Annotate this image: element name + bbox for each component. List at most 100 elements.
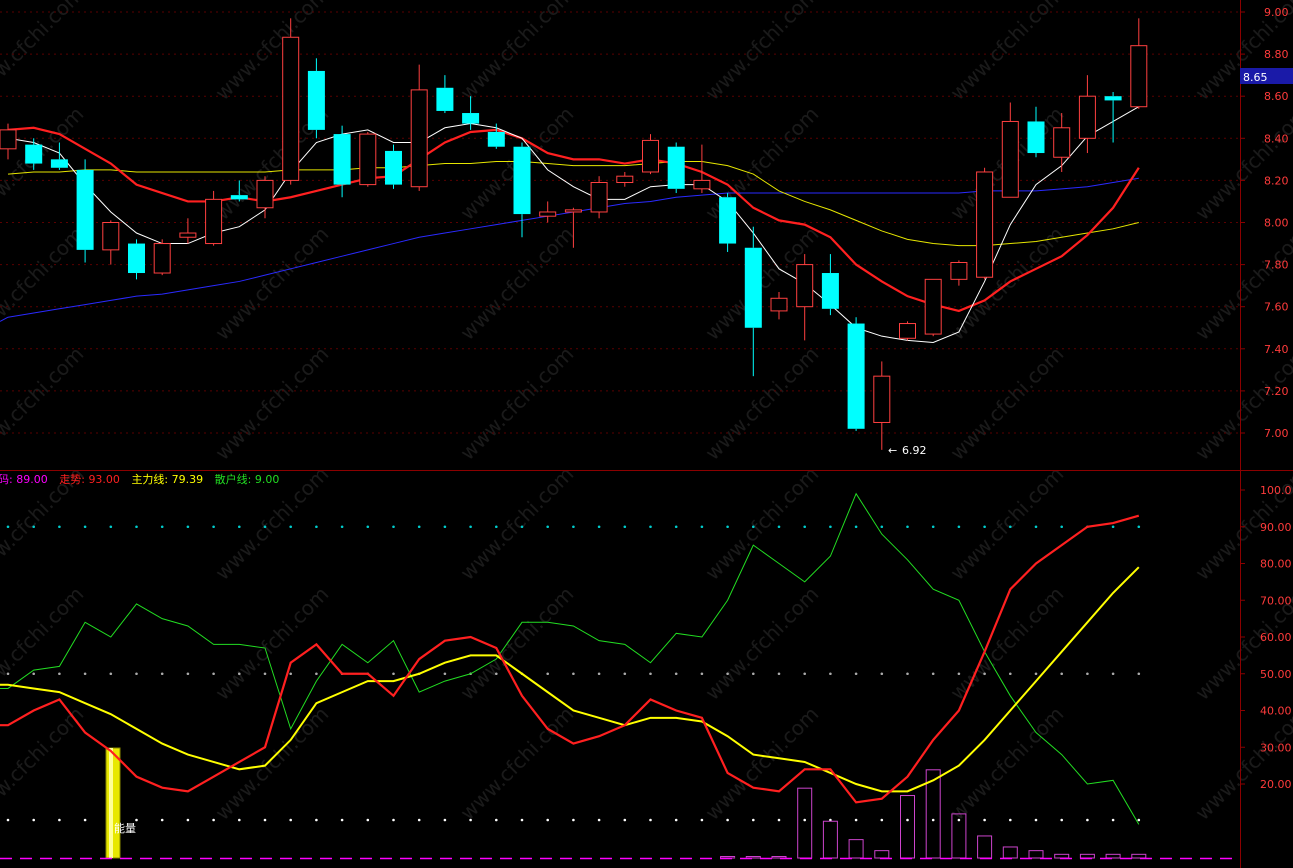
price-tick-label: 9.00 bbox=[1264, 6, 1289, 19]
reference-dot bbox=[572, 525, 575, 529]
reference-dot bbox=[1034, 818, 1038, 822]
reference-dot bbox=[495, 672, 498, 676]
price-tick-label: 8.80 bbox=[1264, 48, 1289, 61]
reference-dot bbox=[649, 525, 652, 529]
reference-dot bbox=[238, 672, 241, 676]
low-annotation: ← 6.92 bbox=[888, 444, 927, 457]
reference-dot bbox=[212, 818, 215, 822]
reference-dot bbox=[469, 525, 472, 529]
price-tick-label: 7.00 bbox=[1264, 427, 1289, 440]
reference-dot bbox=[186, 818, 190, 822]
svg-text:筹码: 89.00 走势:: 筹码: 89.00 走势: 93.00 主力线: 79.39 散户线: 9.00 bbox=[0, 472, 279, 486]
reference-dot bbox=[443, 818, 447, 822]
reference-dot bbox=[1137, 525, 1141, 529]
reference-dot bbox=[83, 525, 87, 529]
reference-dot bbox=[135, 672, 138, 676]
reference-dot bbox=[674, 818, 678, 822]
reference-dot bbox=[1060, 525, 1063, 529]
reference-dot bbox=[777, 672, 781, 676]
reference-dot bbox=[546, 818, 549, 822]
reference-dot bbox=[315, 672, 318, 676]
reference-dot bbox=[726, 818, 729, 822]
reference-dot bbox=[957, 818, 961, 822]
reference-dot bbox=[1034, 672, 1038, 676]
candle bbox=[719, 193, 737, 252]
reference-dot bbox=[289, 525, 293, 529]
reference-dot bbox=[700, 818, 704, 822]
reference-dot bbox=[983, 672, 986, 676]
reference-dot bbox=[983, 818, 986, 822]
indicator-tick-label: 40.00 bbox=[1260, 705, 1292, 718]
reference-dot bbox=[417, 525, 421, 529]
reference-dot bbox=[443, 525, 447, 529]
reference-dot bbox=[212, 525, 215, 529]
reference-dot bbox=[495, 525, 498, 529]
indicator-tick-label: 60.00 bbox=[1260, 631, 1292, 644]
reference-dot bbox=[597, 818, 601, 822]
reference-dot bbox=[32, 672, 35, 676]
reference-dot bbox=[829, 525, 832, 529]
price-tick-label: 8.20 bbox=[1264, 174, 1289, 187]
reference-dot bbox=[623, 525, 627, 529]
reference-dot bbox=[32, 818, 35, 822]
reference-dot bbox=[469, 818, 472, 822]
reference-dot bbox=[777, 525, 781, 529]
reference-dot bbox=[135, 525, 138, 529]
reference-dot bbox=[983, 525, 986, 529]
reference-dot bbox=[906, 818, 909, 822]
legend-main-label: 主力线: bbox=[131, 472, 168, 486]
reference-dot bbox=[572, 818, 575, 822]
reference-dot bbox=[1086, 818, 1089, 822]
chart-background bbox=[0, 0, 1293, 868]
price-tick-label: 7.20 bbox=[1264, 385, 1289, 398]
legend-trend-value: 93.00 bbox=[88, 473, 120, 486]
reference-dot bbox=[931, 818, 935, 822]
reference-dot bbox=[1034, 525, 1038, 529]
reference-dot bbox=[674, 672, 678, 676]
reference-dot bbox=[546, 672, 549, 676]
reference-dot bbox=[289, 672, 293, 676]
reference-dot bbox=[263, 525, 267, 529]
reference-dot bbox=[957, 525, 961, 529]
reference-dot bbox=[726, 525, 729, 529]
reference-dot bbox=[700, 525, 704, 529]
candle bbox=[976, 167, 994, 280]
candle bbox=[205, 190, 223, 246]
candle bbox=[847, 317, 865, 431]
candle bbox=[642, 134, 659, 175]
reference-dot bbox=[854, 525, 858, 529]
candle bbox=[899, 321, 916, 341]
reference-dot bbox=[546, 525, 549, 529]
price-tick-label: 7.60 bbox=[1264, 301, 1289, 314]
reference-dot bbox=[803, 525, 806, 529]
reference-dot bbox=[1137, 672, 1141, 676]
reference-dot bbox=[186, 525, 190, 529]
current-price-value: 8.65 bbox=[1243, 71, 1268, 84]
price-tick-label: 7.80 bbox=[1264, 259, 1289, 272]
reference-dot bbox=[443, 672, 447, 676]
reference-dot bbox=[752, 525, 755, 529]
reference-dot bbox=[1060, 818, 1063, 822]
candle bbox=[924, 278, 942, 337]
reference-dot bbox=[906, 525, 909, 529]
reference-dot bbox=[186, 672, 190, 676]
reference-dot bbox=[726, 672, 729, 676]
reference-dot bbox=[597, 672, 601, 676]
reference-dot bbox=[623, 672, 627, 676]
reference-dot bbox=[854, 818, 858, 822]
reference-dot bbox=[238, 525, 241, 529]
reference-dot bbox=[6, 525, 10, 529]
reference-dot bbox=[366, 525, 370, 529]
reference-dot bbox=[58, 818, 61, 822]
reference-dot bbox=[366, 818, 370, 822]
reference-dot bbox=[597, 525, 601, 529]
indicator-tick-label: 30.00 bbox=[1260, 741, 1292, 754]
candle bbox=[153, 239, 171, 276]
legend-trend-label: 走势: bbox=[59, 473, 85, 486]
reference-dot bbox=[880, 672, 884, 676]
reference-dot bbox=[160, 818, 164, 822]
indicator-tick-label: 80.00 bbox=[1260, 558, 1292, 571]
reference-dot bbox=[906, 672, 909, 676]
reference-dot bbox=[315, 525, 318, 529]
reference-dot bbox=[109, 672, 113, 676]
